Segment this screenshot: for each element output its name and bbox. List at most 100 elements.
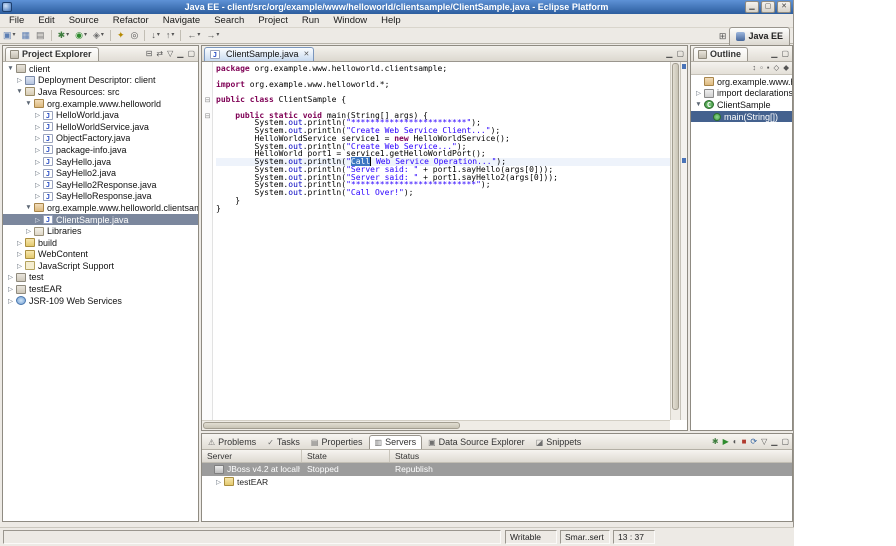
maximize-icon[interactable]: ▢ [781,435,789,449]
dropdown-arrow-icon[interactable]: ▾ [197,28,200,43]
expand-arrow-icon[interactable]: ▷ [214,478,223,486]
collapse-arrow-icon[interactable]: ▼ [15,88,24,95]
tab-properties[interactable]: ▤Properties [306,436,368,449]
expand-arrow-icon[interactable]: ▷ [33,134,42,142]
explorer-item-org-example-www-helloworld[interactable]: ▼org.example.www.helloworld [3,98,198,110]
vertical-scrollbar-thumb[interactable] [672,63,679,410]
expand-arrow-icon[interactable]: ▷ [15,250,24,258]
expand-arrow-icon[interactable]: ▷ [24,227,33,235]
explorer-item-testear[interactable]: ▷testEAR [3,283,198,295]
tab-outline[interactable]: Outline [693,47,748,61]
sort-icon[interactable]: ↕ [752,61,756,75]
view-menu-icon[interactable]: ▽ [761,435,767,449]
code-line-18[interactable]: } [216,197,670,205]
explorer-item-sayhelloresponse-java[interactable]: ▷JSayHelloResponse.java [3,191,198,203]
explorer-item-jsr-109-web-services[interactable]: ▷JSR-109 Web Services [3,295,198,307]
code-line-5[interactable]: public class ClientSample { [216,96,670,104]
editor-tab-clientsample[interactable]: J ClientSample.java ✕ [204,47,314,61]
hide-static-members-icon[interactable]: ▪ [767,61,770,75]
next-annotation-button[interactable]: ↓▾ [149,29,162,43]
menu-source[interactable]: Source [62,14,106,28]
code-line-1[interactable]: package org.example.www.helloworld.clien… [216,65,670,73]
menu-search[interactable]: Search [207,14,251,28]
explorer-item-test[interactable]: ▷test [3,272,198,284]
dropdown-arrow-icon[interactable]: ▾ [171,28,174,43]
explorer-item-package-info-java[interactable]: ▷Jpackage-info.java [3,144,198,156]
menu-navigate[interactable]: Navigate [156,14,208,28]
outline-item-org-example-www-helloworl[interactable]: org.example.www.helloworl [691,76,792,88]
explorer-item-webcontent[interactable]: ▷WebContent [3,249,198,261]
save-button[interactable]: ▦ [20,29,33,43]
expand-arrow-icon[interactable]: ▷ [6,297,15,305]
hide-local-types-icon[interactable]: ◆ [783,61,789,75]
expand-arrow-icon[interactable]: ▷ [33,192,42,200]
dropdown-arrow-icon[interactable]: ▾ [157,28,160,43]
overview-marker[interactable] [682,158,686,163]
dropdown-arrow-icon[interactable]: ▾ [84,28,87,43]
fold-marker-icon[interactable]: ⊟ [203,112,212,121]
hide-non-public-members-icon[interactable]: ◇ [773,61,779,75]
expand-arrow-icon[interactable]: ▷ [694,89,703,97]
dropdown-arrow-icon[interactable]: ▾ [216,28,219,43]
expand-arrow-icon[interactable]: ▷ [33,111,42,119]
expand-arrow-icon[interactable]: ▷ [15,239,24,247]
perspective-java-ee-button[interactable]: Java EE [729,27,790,46]
menu-edit[interactable]: Edit [31,14,61,28]
status-caret-position[interactable]: 13 : 37 [613,530,655,544]
horizontal-scrollbar-thumb[interactable] [203,422,460,429]
expand-arrow-icon[interactable]: ▷ [15,262,24,270]
maximize-window-button[interactable]: ▢ [761,1,775,13]
maximize-icon[interactable]: ▢ [187,47,195,61]
hide-fields-icon[interactable]: ▫ [760,61,763,75]
minimize-window-button[interactable]: ▁ [745,1,759,13]
horizontal-scrollbar[interactable] [202,420,670,430]
expand-arrow-icon[interactable]: ▷ [6,285,15,293]
explorer-item-javascript-support[interactable]: ▷JavaScript Support [3,260,198,272]
previous-annotation-button[interactable]: ↑▾ [164,29,177,43]
minimize-icon[interactable]: ▁ [177,47,183,61]
explorer-item-org-example-www-helloworld-clientsample[interactable]: ▼org.example.www.helloworld.clientsample [3,202,198,214]
column-header-status[interactable]: Status [390,450,792,462]
expand-arrow-icon[interactable]: ▷ [33,158,42,166]
expand-arrow-icon[interactable]: ▷ [15,76,24,84]
expand-arrow-icon[interactable]: ▷ [6,273,15,281]
collapse-arrow-icon[interactable]: ▼ [694,101,703,108]
explorer-item-libraries[interactable]: ▷Libraries [3,225,198,237]
explorer-item-clientsample-java[interactable]: ▷JClientSample.java [3,214,198,226]
code-area[interactable]: package org.example.www.helloworld.clien… [214,62,670,420]
tab-problems[interactable]: ⚠Problems [203,436,261,449]
code-line-19[interactable]: } [216,205,670,213]
outline-item-import-declarations[interactable]: ▷import declarations [691,88,792,100]
server-row-jboss-v4-2-at-localhost[interactable]: JBoss v4.2 at localhostStoppedRepublish [202,463,792,476]
search-button[interactable]: ◎ [128,29,140,43]
tab-snippets[interactable]: ◪Snippets [531,436,587,449]
close-window-button[interactable]: ✕ [777,1,791,13]
debug-button[interactable]: ✱▾ [56,29,72,43]
editor-body[interactable]: ⊟⊟ package org.example.www.helloworld.cl… [202,62,687,430]
new-wizard-button[interactable]: ▣▾ [1,29,18,43]
minimize-icon[interactable]: ▁ [771,47,777,61]
menu-help[interactable]: Help [374,14,408,28]
overview-ruler[interactable] [680,62,687,420]
menu-run[interactable]: Run [295,14,326,28]
explorer-item-deployment-descriptor-client[interactable]: ▷Deployment Descriptor: client [3,75,198,87]
view-menu-icon[interactable]: ▽ [167,47,173,61]
print-button[interactable]: ▤ [34,29,47,43]
expand-arrow-icon[interactable]: ▷ [33,216,42,224]
code-line-17[interactable]: System.out.println("Call Over!"); [216,189,670,197]
close-tab-icon[interactable]: ✕ [304,50,310,58]
tab-servers[interactable]: ▥Servers [369,435,423,449]
expand-arrow-icon[interactable]: ▷ [33,169,42,177]
stop-server-icon[interactable]: ■ [742,435,747,449]
explorer-item-sayhello2-java[interactable]: ▷JSayHello2.java [3,167,198,179]
tab-tasks[interactable]: ✓Tasks [262,436,305,449]
forward-button[interactable]: →▾ [204,29,221,43]
overview-marker[interactable] [682,64,686,69]
dropdown-arrow-icon[interactable]: ▾ [13,28,16,43]
vertical-scrollbar[interactable] [670,62,680,420]
debug-server-icon[interactable]: ✱ [712,435,719,449]
back-button[interactable]: ←▾ [185,29,202,43]
collapse-arrow-icon[interactable]: ▼ [24,204,33,211]
tab-data-source-explorer[interactable]: ▣Data Source Explorer [423,436,530,449]
outline-item-main-string[interactable]: main(String[]) [691,111,792,123]
